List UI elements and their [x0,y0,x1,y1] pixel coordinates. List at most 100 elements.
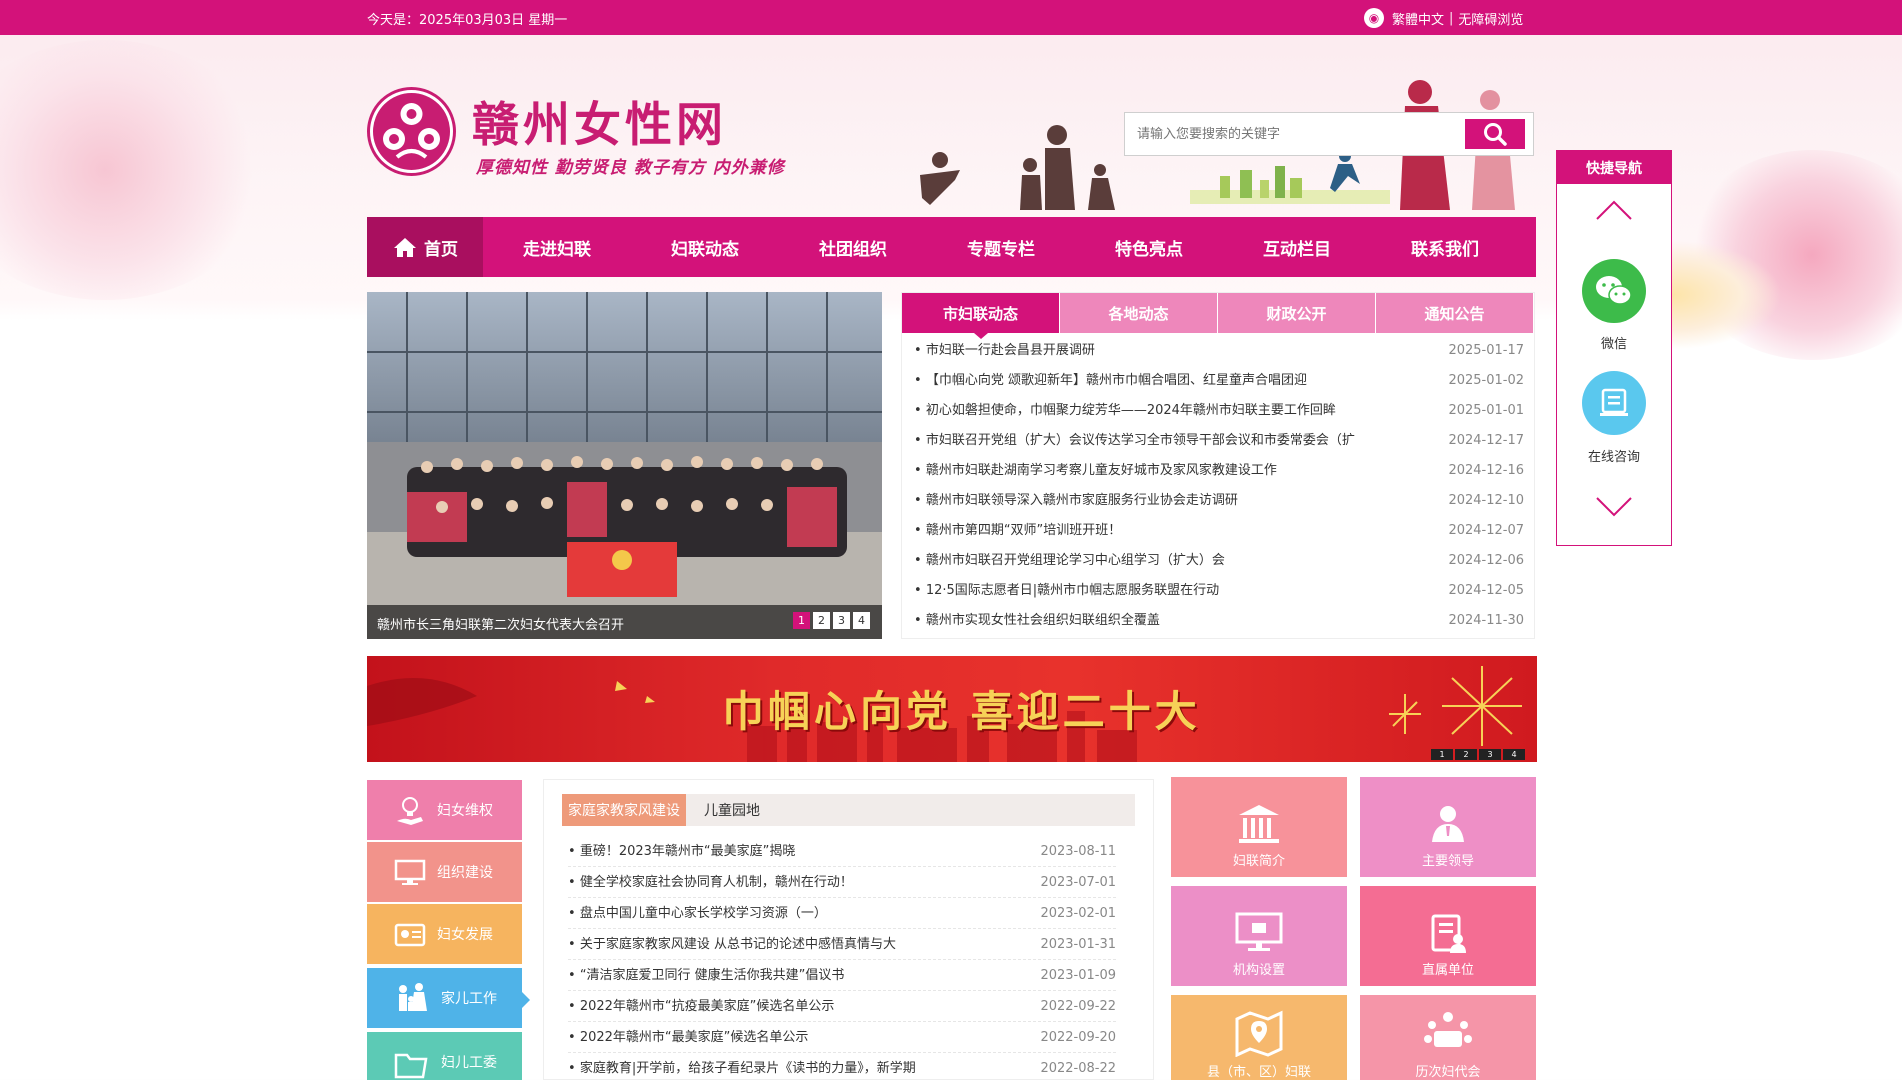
weibo-icon[interactable]: ◉ [1364,7,1384,28]
tile-county-federations-label: 县（市、区）妇联 [1206,1065,1311,1080]
news-item[interactable]: 赣州市妇联召开党组理论学习中心组学习（扩大）会2024-12-06 [914,546,1524,576]
slider-dot-2[interactable]: 2 [813,612,830,629]
group-photo-image [367,292,882,639]
news-item[interactable]: 市妇联一行赴会昌县开展调研2025-01-17 [914,336,1524,366]
list-item[interactable]: “清洁家庭爱卫同行 健康生活你我共建”倡议书2023-01-09 [568,960,1116,991]
tab-city-federation-news[interactable]: 市妇联动态 [902,293,1059,339]
banner-dot-3[interactable]: 3 [1479,749,1501,760]
top-links: ◉ 繁體中文 | 无障碍浏览 [1364,7,1523,28]
news-item[interactable]: 初心如磐担使命，巾帼聚力绽芳华——2024年赣州市妇联主要工作回眸2025-01… [914,396,1524,426]
chevron-up-icon[interactable] [1595,199,1633,221]
tile-past-congresses[interactable]: 历次妇代会 [1360,995,1536,1080]
search-button[interactable] [1465,119,1525,149]
nav-organizations[interactable]: 社团组织 [779,217,927,277]
folder-icon [394,1053,428,1079]
slider-pagination: 1 2 3 4 [793,612,870,629]
tile-organization-setup-label: 机构设置 [1232,963,1285,978]
side-org-building[interactable]: 组织建设 [367,842,522,902]
family-icon [399,983,427,1011]
banner-title: 巾帼心向党 喜迎二十大 [722,687,1201,736]
nav-highlights[interactable]: 特色亮点 [1075,217,1223,277]
monitor-org-icon [1235,912,1283,951]
tab-notices[interactable]: 通知公告 [1376,293,1533,333]
list-item[interactable]: 2022年赣州市“最美家庭”候选名单公示2022-09-20 [568,1022,1116,1053]
petal-decoration-left [0,40,270,300]
link-separator: | [1449,11,1454,26]
tab-local-news[interactable]: 各地动态 [1060,293,1217,333]
tile-organization-setup[interactable]: 机构设置 [1171,886,1347,986]
party-banner[interactable]: 巾帼心向党 喜迎二十大 1 2 3 4 [367,656,1537,762]
nav-home-label: 首页 [424,239,458,260]
news-item[interactable]: 市妇联召开党组（扩大）会议传达学习全市领导干部会议和市委常委会（扩2024-12… [914,426,1524,456]
tile-leaders[interactable]: 主要领导 [1360,777,1536,877]
side-family-children[interactable]: 家儿工作 [367,968,522,1028]
nav-contact[interactable]: 联系我们 [1371,217,1519,277]
nav-about[interactable]: 走进妇联 [483,217,631,277]
nav-special-topics[interactable]: 专题专栏 [927,217,1075,277]
tile-affiliated-units[interactable]: 直属单位 [1360,886,1536,986]
news-item[interactable]: 【巾帼心向党 颂歌迎新年】赣州市巾帼合唱团、红星童声合唱团迎2025-01-02 [914,366,1524,396]
nav-home[interactable]: 首页 [367,217,483,277]
side-org-building-label: 组织建设 [437,865,493,881]
family-education-panel: 家庭家教家风建设 儿童园地 重磅！2023年赣州市“最美家庭”揭晓2023-08… [543,779,1154,1080]
side-family-children-label: 家儿工作 [441,991,497,1007]
wechat-icon[interactable] [1582,259,1646,323]
slider-dot-1[interactable]: 1 [793,612,810,629]
lightbulb-hand-icon [397,797,423,825]
news-photo-slider[interactable]: 赣州市长三角妇联第二次妇女代表大会召开 1 2 3 4 [367,292,882,639]
tile-affiliated-units-label: 直属单位 [1421,963,1474,978]
site-slogan: 厚德知性 勤劳贤良 教子有方 内外兼修 [476,158,785,178]
slider-dot-4[interactable]: 4 [853,612,870,629]
chevron-down-icon[interactable] [1595,496,1633,518]
wechat-label: 微信 [1600,337,1627,352]
tab-financial-disclosure[interactable]: 财政公开 [1218,293,1375,333]
news-item[interactable]: 赣州市妇联赴湖南学习考察儿童友好城市及家风家教建设工作2024-12-16 [914,456,1524,486]
list-item[interactable]: 健全学校家庭社会协同育人机制，赣州在行动！2023-07-01 [568,867,1116,898]
search-icon [1484,123,1507,146]
quick-nav-panel: 快捷导航 微信 在线咨询 [1556,150,1672,546]
building-icon [1239,805,1279,843]
active-pointer-icon [522,992,530,1008]
banner-dot-1[interactable]: 1 [1431,749,1453,760]
side-women-children-committee[interactable]: 妇儿工委 [367,1032,522,1080]
flower-decoration-right [1682,150,1902,360]
nav-interactive[interactable]: 互动栏目 [1223,217,1371,277]
accessibility-link[interactable]: 无障碍浏览 [1458,9,1523,28]
side-rights-label: 妇女维权 [437,803,493,819]
list-item[interactable]: 2022年赣州市“抗疫最美家庭”候选名单公示2022-09-22 [568,991,1116,1022]
search-input[interactable] [1137,123,1447,145]
side-rights[interactable]: 妇女维权 [367,780,522,840]
slider-dot-3[interactable]: 3 [833,612,850,629]
tab-family-values[interactable]: 家庭家教家风建设 [562,794,686,826]
banner-pagination: 1 2 3 4 [1431,749,1525,760]
news-item[interactable]: 赣州市实现女性社会组织妇联组织全覆盖2024-11-30 [914,606,1524,636]
tile-past-congresses-label: 历次妇代会 [1415,1065,1481,1080]
tab-children-garden[interactable]: 儿童园地 [698,794,766,826]
id-card-icon [394,923,426,947]
date-text: 今天是：2025年03月03日 星期一 [367,13,568,28]
list-item[interactable]: 重磅！2023年赣州市“最美家庭”揭晓2023-08-11 [568,836,1116,867]
list-item[interactable]: 家庭教育|开学前，给孩子看纪录片《读书的力量》，新学期2022-08-22 [568,1053,1116,1080]
family-news-list: 重磅！2023年赣州市“最美家庭”揭晓2023-08-11 健全学校家庭社会协同… [568,836,1116,1080]
clipboard-user-icon [1431,914,1466,953]
news-item[interactable]: 12·5国际志愿者日|赣州市巾帼志愿服务联盟在行动2024-12-05 [914,576,1524,606]
news-item[interactable]: 赣州市妇联领导深入赣州市家庭服务行业协会走访调研2024-12-10 [914,486,1524,516]
family-tabs: 家庭家教家风建设 儿童园地 [562,794,1135,826]
tile-federation-intro-label: 妇联简介 [1232,854,1285,869]
nav-federation-news[interactable]: 妇联动态 [631,217,779,277]
list-item[interactable]: 关于家庭家教家风建设 从总书记的论述中感悟真情与大2023-01-31 [568,929,1116,960]
list-item[interactable]: 盘点中国儿童中心家长学校学习资源（一）2023-02-01 [568,898,1116,929]
banner-dot-4[interactable]: 4 [1503,749,1525,760]
news-item[interactable]: 赣州市第四期“双师”培训班开班！2024-12-07 [914,516,1524,546]
tile-federation-intro[interactable]: 妇联简介 [1171,777,1347,877]
side-development[interactable]: 妇女发展 [367,904,522,964]
traditional-chinese-link[interactable]: 繁體中文 [1392,9,1444,28]
tile-county-federations[interactable]: 县（市、区）妇联 [1171,995,1347,1080]
monitor-icon [394,859,426,885]
online-consult-icon[interactable] [1582,371,1646,435]
side-women-children-committee-label: 妇儿工委 [441,1055,497,1071]
leader-icon [1432,806,1464,842]
banner-dot-2[interactable]: 2 [1455,749,1477,760]
womens-federation-logo[interactable] [367,87,456,176]
site-name: 赣州女性网 [472,98,727,153]
